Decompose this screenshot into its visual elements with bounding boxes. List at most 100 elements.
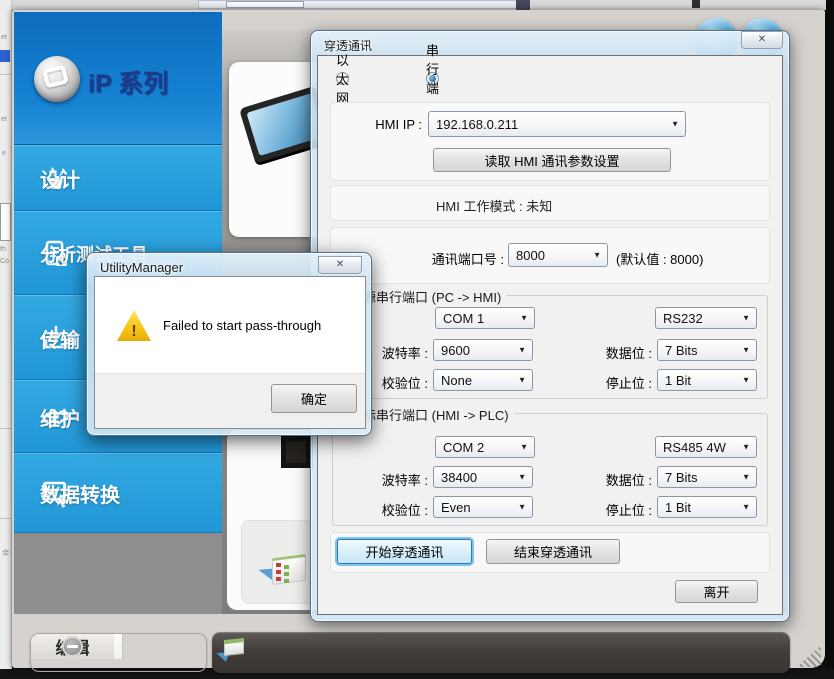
close-icon: ✕: [336, 260, 344, 270]
passthrough-dialog-close-button[interactable]: ✕: [741, 31, 783, 49]
source-databits-label: 数据位 :: [592, 343, 652, 362]
hmi-device-image: [281, 436, 313, 468]
source-stopbits-value: 1 Bit: [665, 373, 691, 388]
target-baud-label: 波特率 :: [370, 470, 428, 489]
chevron-down-icon: ▼: [518, 503, 526, 512]
source-com-value: COM 1: [443, 311, 484, 326]
fragment-text: e: [2, 150, 6, 157]
device-image-dots: [276, 563, 281, 582]
hmi-ip-combobox[interactable]: 192.168.0.211 ▼: [428, 111, 686, 137]
target-parity-label: 校验位 :: [370, 500, 428, 519]
source-baud-label: 波特率 :: [370, 343, 428, 362]
sidebar-item-label: 传输: [40, 324, 80, 353]
chevron-down-icon: ▼: [518, 346, 526, 355]
toolbar-device-icon: [224, 638, 244, 656]
chevron-down-icon: ▼: [520, 314, 528, 323]
hmi-ip-label: HMI IP :: [330, 117, 422, 132]
background-window-fragment: [516, 0, 530, 10]
bottom-toolbar: [212, 632, 790, 673]
chevron-down-icon: ▼: [742, 443, 750, 452]
source-parity-combobox[interactable]: None ▼: [433, 369, 533, 391]
target-com-value: COM 2: [443, 440, 484, 455]
target-stopbits-combobox[interactable]: 1 Bit ▼: [657, 496, 757, 518]
background-window-fragment-top: [0, 0, 826, 10]
end-passthrough-button[interactable]: 结束穿透通讯: [486, 539, 620, 564]
source-com-combobox[interactable]: COM 1 ▼: [435, 307, 535, 329]
chevron-down-icon: ▼: [742, 376, 750, 385]
source-stopbits-combobox[interactable]: 1 Bit ▼: [657, 369, 757, 391]
background-window-fragment-left: et et e th Co 余: [0, 0, 12, 670]
fragment-divider: [0, 74, 12, 75]
warning-mark: !: [131, 322, 136, 341]
target-interface-combobox[interactable]: RS485 4W ▼: [655, 436, 757, 458]
source-interface-combobox[interactable]: RS232 ▼: [655, 307, 757, 329]
hmi-work-mode-text: HMI 工作模式 : 未知: [436, 196, 552, 215]
chevron-down-icon: ▼: [671, 120, 679, 129]
source-parity-label: 校验位 :: [370, 373, 428, 392]
target-interface-value: RS485 4W: [663, 440, 726, 455]
sidebar-footer-area: [14, 533, 222, 614]
ethernet-radio-label: 以太网: [336, 50, 349, 107]
target-databits-value: 7 Bits: [665, 470, 698, 485]
fragment-text: et: [1, 116, 7, 123]
source-parity-value: None: [441, 373, 472, 388]
hmi-panel-icon: [34, 56, 80, 102]
read-hmi-params-button[interactable]: 读取 HMI 通讯参数设置: [433, 148, 671, 172]
sidebar-item-label: 设计: [40, 164, 80, 193]
device-image-dots: [284, 565, 289, 584]
fragment-text: Co: [0, 258, 9, 265]
sidebar-item-label: 数据转换: [40, 479, 120, 508]
source-baud-combobox[interactable]: 9600 ▼: [433, 339, 533, 361]
chevron-down-icon: ▼: [520, 443, 528, 452]
fragment-text: 余: [2, 550, 9, 557]
chevron-down-icon: ▼: [518, 473, 526, 482]
hmi-ip-value: 192.168.0.211: [436, 117, 518, 132]
port-default-note: (默认值 : 8000): [616, 249, 703, 268]
error-message: Failed to start pass-through: [163, 318, 321, 333]
fragment-divider: [0, 518, 12, 519]
error-dialog-close-button[interactable]: ✕: [318, 256, 362, 274]
hmi-panel-glyph: [42, 65, 69, 89]
source-databits-value: 7 Bits: [665, 343, 698, 358]
target-databits-label: 数据位 :: [592, 470, 652, 489]
fragment-text: th: [0, 246, 6, 253]
target-baud-value: 38400: [441, 470, 477, 485]
sidebar-item-design[interactable]: 设计: [14, 145, 222, 211]
desktop-edge: [826, 0, 834, 679]
background-window-fragment: [692, 0, 700, 8]
source-interface-value: RS232: [663, 311, 703, 326]
series-title: iP 系列: [88, 64, 168, 100]
target-databits-combobox[interactable]: 7 Bits ▼: [657, 466, 757, 488]
target-com-combobox[interactable]: COM 2 ▼: [435, 436, 535, 458]
target-stopbits-value: 1 Bit: [665, 500, 691, 515]
sidebar-item-data-conversion[interactable]: 数据转换: [14, 453, 222, 533]
chevron-down-icon: ▼: [593, 251, 601, 260]
background-window-fragment: [226, 1, 304, 8]
source-stopbits-label: 停止位 :: [592, 373, 652, 392]
fragment-divider: [0, 428, 12, 429]
port-value: 8000: [516, 248, 545, 263]
port-label: 通讯端口号 :: [398, 249, 504, 268]
chevron-down-icon: ▼: [742, 346, 750, 355]
fragment-link: [0, 50, 10, 62]
target-parity-value: Even: [441, 500, 471, 515]
start-passthrough-button[interactable]: 开始穿透通讯: [337, 539, 472, 564]
chevron-down-icon: ▼: [742, 503, 750, 512]
error-dialog-title: UtilityManager: [100, 260, 183, 275]
edit-mode-button[interactable]: 编辑: [31, 634, 114, 659]
mode-toggle-group: 执行 编辑: [30, 633, 207, 672]
chevron-down-icon: ▼: [518, 376, 526, 385]
target-baud-combobox[interactable]: 38400 ▼: [433, 466, 533, 488]
fragment-box: [0, 203, 11, 241]
ok-button[interactable]: 确定: [271, 384, 357, 413]
close-icon: ✕: [758, 35, 766, 45]
source-baud-value: 9600: [441, 343, 470, 358]
fragment-text: et: [1, 34, 7, 41]
target-stopbits-label: 停止位 :: [592, 500, 652, 519]
source-databits-combobox[interactable]: 7 Bits ▼: [657, 339, 757, 361]
edit-status-icon: [64, 638, 81, 655]
target-parity-combobox[interactable]: Even ▼: [433, 496, 533, 518]
port-combobox[interactable]: 8000 ▼: [508, 243, 608, 267]
chevron-down-icon: ▼: [742, 314, 750, 323]
exit-button[interactable]: 离开: [675, 580, 758, 603]
